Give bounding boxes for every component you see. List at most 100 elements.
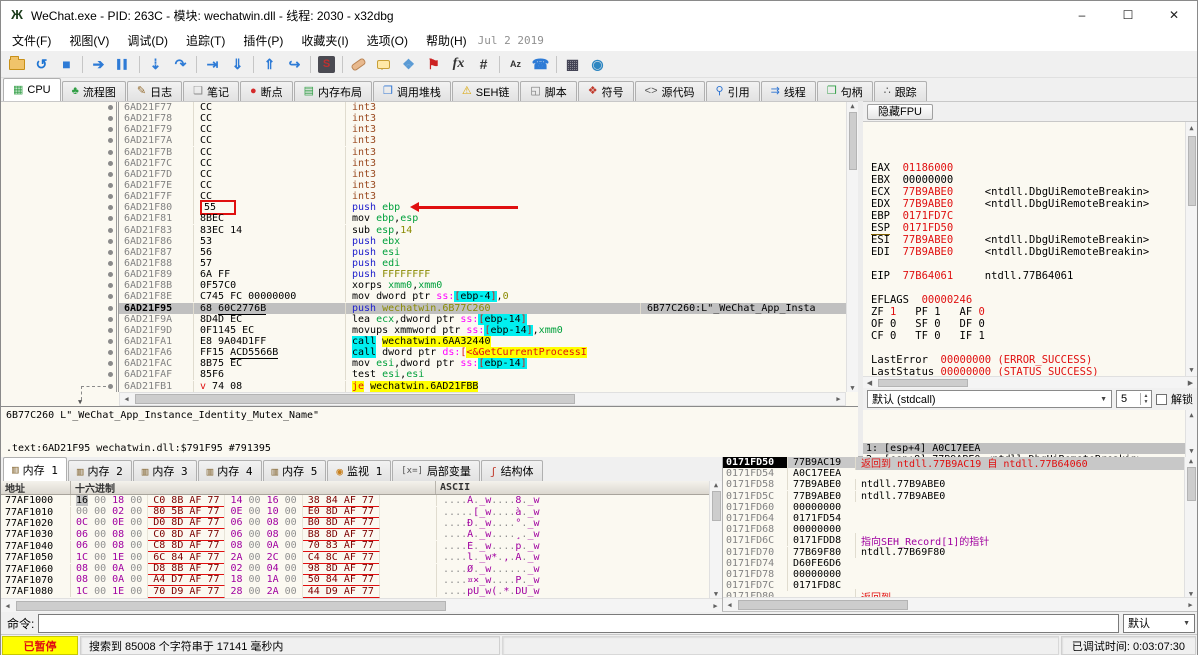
step-over-button[interactable]: ↷ (168, 53, 193, 76)
register-line[interactable] (871, 342, 1197, 354)
register-line[interactable]: LastStatus 00000000 (STATUS_SUCCESS) (871, 366, 1197, 376)
disasm-row[interactable]: 6AD21F9D 0F1145 EC movups xmmword ptr ss:[… (1, 324, 846, 336)
dump-tab-监视1[interactable]: ◉ 监视 1 (327, 460, 392, 481)
maximize-button[interactable]: ☐ (1105, 1, 1151, 29)
scroll-up-icon[interactable]: ▲ (1185, 410, 1197, 421)
tab-笔记[interactable]: ❏ 笔记 (183, 81, 239, 101)
dump-tab-结构体[interactable]: ʃ 结构体 (480, 460, 543, 481)
register-line[interactable]: EIP 77B64061 ntdll.77B64061 (871, 270, 1197, 282)
unlock-checkbox[interactable] (1156, 393, 1167, 405)
dump-tab-内存2[interactable]: ▥ 内存 2 (67, 460, 132, 481)
disasm-row[interactable]: 6AD21F7E CC int3 (1, 179, 846, 192)
register-line[interactable]: ESI 77B9ABE0 <ntdll.DbgUiRemoteBreakin> (871, 234, 1197, 246)
disasm-row[interactable]: 6AD21F95 68 60C2776B push wechatwin.6B77C2… (1, 302, 846, 315)
disasm-row[interactable]: 6AD21F77 CC int3 (1, 102, 846, 114)
scroll-up-icon[interactable]: ▲ (1185, 457, 1198, 465)
tab-cpu[interactable]: ▦ CPU (3, 78, 61, 101)
dump-row[interactable]: 77AF1080 1C 00 1E 00 70 D9 AF 77 28 00 2A 0… (1, 585, 722, 598)
scroll-left-icon[interactable]: ◀ (863, 379, 876, 387)
dump-hscrollbar[interactable]: ◀ ▶ (1, 598, 722, 612)
tab-seh链[interactable]: ⚠ SEH链 (451, 81, 520, 101)
scroll-down-icon[interactable]: ▼ (710, 590, 723, 598)
dump-tab-内存4[interactable]: ▥ 内存 4 (197, 460, 262, 481)
register-line[interactable]: EBX 00000000 (871, 174, 1197, 186)
patch-button[interactable] (346, 53, 371, 76)
register-line[interactable]: ZF 1 PF 1 AF 0 (871, 306, 1197, 318)
dump-row[interactable]: 77AF1050 1C 00 1E 00 6C 84 AF 77 2A 00 2C 0… (1, 551, 722, 564)
dump-tab-内存5[interactable]: ▥ 内存 5 (262, 460, 327, 481)
phone-button[interactable]: ☎ (528, 53, 553, 76)
calculator-button[interactable]: ▦ (560, 53, 585, 76)
open-file-button[interactable] (4, 53, 29, 76)
settings-s-button[interactable]: S (314, 53, 339, 76)
dump-header-ascii[interactable]: ASCII (436, 481, 722, 494)
dump-row[interactable]: 77AF1070 08 00 0A 00 A4 D7 AF 77 18 00 1A 0… (1, 574, 722, 587)
disasm-row[interactable]: 6AD21F88 57 push edi (1, 257, 846, 270)
run-button[interactable]: ➔ (86, 53, 111, 76)
disasm-row[interactable]: 6AD21F8E C745 FC 00000000 mov dword ptr ss… (1, 291, 846, 303)
register-line[interactable] (871, 258, 1197, 270)
stop-button[interactable]: ■ (54, 53, 79, 76)
menu-item-p[interactable]: 插件(P) (234, 32, 292, 50)
strings-button[interactable]: Aᴢ (503, 53, 528, 76)
tab-句柄[interactable]: ❒ 句柄 (816, 81, 873, 101)
register-line[interactable]: CF 0 TF 0 IF 1 (871, 330, 1197, 342)
menu-item-v[interactable]: 视图(V) (60, 32, 118, 50)
function-button[interactable]: fx (446, 53, 471, 76)
dump-row[interactable]: 77AF1000 16 00 18 00 C0 8B AF 77 14 00 16 0… (1, 495, 722, 507)
disasm-row[interactable]: 6AD21F79 CC int3 (1, 124, 846, 136)
label-button[interactable]: ❖ (396, 53, 421, 76)
disasm-row[interactable]: 6AD21F78 CC int3 (1, 113, 846, 125)
scroll-right-icon[interactable]: ▶ (1184, 601, 1197, 609)
run-until-expression-button[interactable]: ⇑ (257, 53, 282, 76)
pause-button[interactable]: ▌▌ (111, 53, 136, 76)
scroll-up-icon[interactable]: ▲ (710, 481, 723, 489)
menu-item-d[interactable]: 调试(D) (118, 32, 177, 50)
step-into-button[interactable]: ⇣ (143, 53, 168, 76)
dump-header-address[interactable]: 地址 (1, 481, 71, 495)
menu-item-i[interactable]: 收藏夹(I) (292, 32, 357, 50)
stack-hscrollbar[interactable]: ◀ ▶ (723, 597, 1197, 611)
scroll-right-icon[interactable]: ▶ (709, 602, 722, 610)
scroll-up-icon[interactable]: ▲ (1185, 122, 1197, 134)
stack-row[interactable]: 0171FD74 D60FE6D6 (723, 557, 1184, 569)
scroll-up-icon[interactable]: ▲ (846, 102, 859, 110)
restart-button[interactable]: ↺ (29, 53, 54, 76)
args-vscrollbar[interactable]: ▲ ▼ (1185, 410, 1197, 457)
run-to-user-code-button[interactable]: ⇥ (200, 53, 225, 76)
register-line[interactable]: EAX 01186000 (871, 162, 1197, 174)
disasm-row[interactable]: 6AD21F7C CC int3 (1, 157, 846, 169)
close-button[interactable]: ✕ (1151, 1, 1197, 29)
dump-vscrollbar[interactable]: ▲ ▼ (709, 481, 722, 598)
registers-hscrollbar[interactable]: ◀ ▶ (863, 376, 1197, 388)
disasm-row[interactable]: 6AD21F7D CC int3 (1, 168, 846, 180)
tab-调用堆栈[interactable]: ❐ 调用堆栈 (373, 81, 451, 101)
dump-row[interactable]: 77AF1040 06 00 08 00 C8 8D AF 77 08 00 0A 0… (1, 540, 722, 553)
register-line[interactable]: LastError 00000000 (ERROR_SUCCESS) (871, 354, 1197, 366)
dump-tab-局部变量[interactable]: [x=] 局部变量 (392, 460, 480, 481)
tab-流程图[interactable]: ♣ 流程图 (61, 81, 126, 101)
stack-row[interactable]: 0171FD78 00000000 (723, 568, 1184, 580)
disasm-row[interactable]: 6AD21F7A CC int3 (1, 135, 846, 147)
menu-item-o[interactable]: 选项(O) (358, 32, 417, 50)
dump-row[interactable]: 77AF1010 00 00 02 00 80 5B AF 77 0E 00 10 0… (1, 506, 722, 519)
disasm-row[interactable]: 6AD21FAF 85F6 test esi, esi (1, 369, 846, 381)
disasm-row[interactable]: 6AD21F8B 0F57C0 xorps xmm0, xmm0 (1, 280, 846, 292)
dump-row[interactable]: 77AF1060 08 00 0A 00 D8 8B AF 77 02 00 04 0… (1, 563, 722, 576)
disasm-row[interactable]: 6AD21F9A 8D4D EC lea ecx ,dword ptr ss:[ebp… (1, 313, 846, 325)
tab-引用[interactable]: ⚲ 引用 (705, 81, 760, 101)
comment-button[interactable] (371, 53, 396, 76)
globe-button[interactable]: ◉ (585, 53, 610, 76)
dump-row[interactable]: 77AF1020 0C 00 0E 00 D0 8D AF 77 06 00 08 0… (1, 517, 722, 530)
register-line[interactable] (871, 282, 1197, 294)
stack-row[interactable]: 0171FD64 0171FD54 (723, 513, 1184, 525)
tab-日志[interactable]: ✎ 日志 (126, 81, 183, 101)
tab-断点[interactable]: ● 断点 (239, 81, 293, 101)
register-line[interactable]: OF 0 SF 0 DF 0 (871, 318, 1197, 330)
tab-线程[interactable]: ⇉ 线程 (760, 81, 816, 101)
dump-header-hex[interactable]: 十六进制 (71, 481, 436, 495)
register-line[interactable]: ESP 0171FD50 (871, 222, 1197, 235)
minimize-button[interactable]: – (1059, 1, 1105, 29)
disasm-row[interactable]: 6AD21FA6 FF15 ACD5566B call dword ptr ds:[… (1, 347, 846, 360)
disasm-row[interactable]: 6AD21F7B CC int3 (1, 146, 846, 158)
